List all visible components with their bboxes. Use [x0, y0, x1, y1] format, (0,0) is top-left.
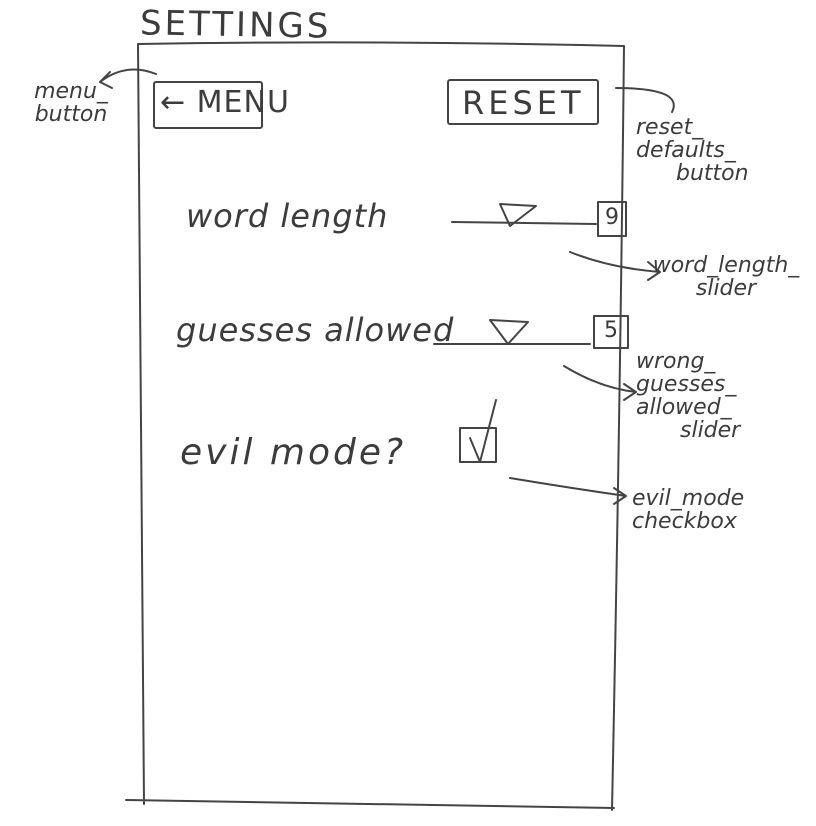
word-length-slider[interactable]	[450, 200, 598, 232]
menu-button[interactable]	[154, 82, 262, 128]
annotation-line: slider	[680, 418, 741, 444]
evil-mode-label: evil mode?	[180, 432, 407, 473]
annotation-menu-button: menu_ button	[6, 80, 136, 126]
reset-arrow-icon	[615, 87, 675, 113]
guesses-arrow-icon	[563, 365, 637, 401]
annotation-word-length-slider: word_length_ slider	[646, 254, 806, 300]
annotation-line: evil_mode	[632, 486, 745, 511]
page-title: SETTINGS	[139, 3, 332, 47]
annotation-line: checkbox	[632, 509, 737, 535]
annotation-guesses-allowed-slider: wrong_ guesses_ allowed_ slider	[636, 350, 786, 442]
word-length-label: word length	[186, 197, 389, 235]
annotation-line: defaults_	[636, 138, 736, 164]
annotation-line: button	[34, 102, 108, 128]
annotation-line: allowed_	[636, 395, 732, 421]
phone-frame	[125, 41, 625, 811]
annotation-line: menu_	[34, 79, 108, 104]
reset-defaults-button[interactable]	[448, 80, 598, 124]
annotation-line: slider	[695, 276, 757, 302]
evil-mode-arrow-icon	[509, 477, 627, 505]
guesses-allowed-label: guesses allowed	[176, 311, 455, 349]
guesses-allowed-slider[interactable]	[432, 316, 590, 350]
word-length-value: 9	[605, 205, 619, 230]
annotation-line: button	[676, 161, 749, 187]
annotation-line: word_length_	[652, 253, 800, 278]
annotation-line: wrong_	[636, 349, 716, 374]
annotation-line: reset_	[636, 115, 704, 140]
annotation-reset-defaults-button: reset_ defaults_ button	[636, 116, 786, 185]
evil-mode-checkbox[interactable]	[460, 428, 496, 462]
guesses-allowed-value: 5	[604, 318, 618, 343]
annotation-line: guesses_	[636, 372, 737, 398]
annotation-evil-mode-checkbox: evil_mode checkbox	[632, 487, 782, 533]
